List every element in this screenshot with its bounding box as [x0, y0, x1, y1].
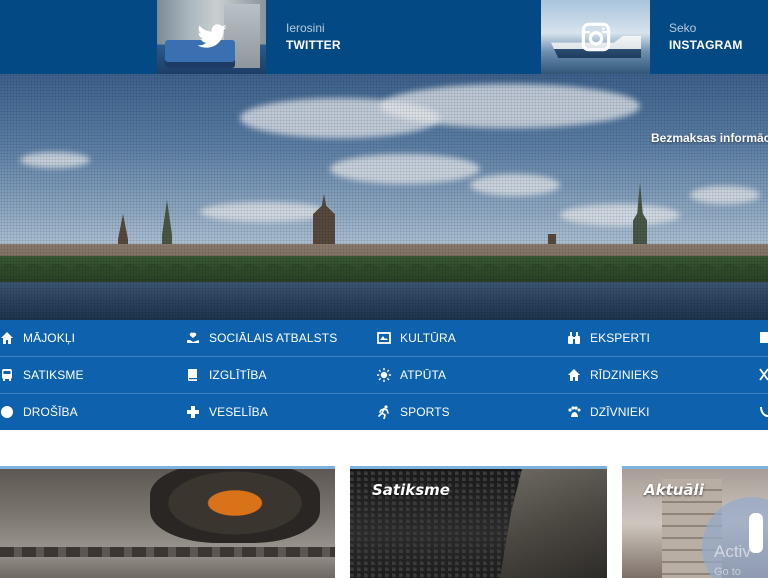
house-icon — [567, 368, 581, 382]
card-image-machine — [500, 469, 607, 578]
book-icon — [186, 368, 200, 382]
theater-icon — [377, 331, 391, 345]
category-atpūta[interactable]: ATPŪTA — [377, 357, 446, 393]
category-label: IZGLĪTĪBA — [209, 368, 267, 382]
hero-panorama: Bezmaksas informāci — [0, 74, 768, 320]
activation-watermark: Activ — [714, 542, 751, 561]
instagram-camera-icon — [581, 22, 610, 52]
category-veselība[interactable]: VESELĪBA — [186, 394, 268, 430]
category-mājokļi[interactable]: MĀJOKĻI — [0, 320, 75, 356]
category-label: DZĪVNIEKI — [590, 405, 650, 419]
card-image-tire — [150, 469, 320, 543]
category-label: EKSPERTI — [590, 331, 650, 345]
category-label: RĪDZINIEKS — [590, 368, 659, 382]
hero-dot-overlay — [0, 74, 768, 320]
category-eksperti[interactable]: EKSPERTI — [567, 320, 650, 356]
paw-icon — [567, 405, 581, 419]
instagram-link[interactable]: Seko INSTAGRAM — [669, 20, 743, 54]
cross-icon — [186, 405, 200, 419]
instagram-small-label: Seko — [669, 21, 697, 35]
twitter-thumbnail[interactable] — [157, 0, 266, 74]
category-nav: MĀJOKĻI SOCIĀLAIS ATBALSTS KULTŪRA EKSPERTI… — [0, 320, 768, 430]
twitter-small-label: Ierosini — [286, 21, 325, 35]
social-bar: Ierosini TWITTER Seko INSTAGRAM — [0, 0, 768, 74]
exclamation-icon — [749, 513, 763, 553]
activation-watermark-sub: Go to — [714, 566, 741, 578]
card-image-tracks — [0, 547, 335, 557]
category-izglītība[interactable]: IZGLĪTĪBA — [186, 357, 267, 393]
category-kultūra[interactable]: KULTŪRA — [377, 320, 456, 356]
category-label: SATIKSME — [23, 368, 84, 382]
nav-more-icon — [760, 406, 768, 417]
twitter-link[interactable]: Ierosini TWITTER — [286, 20, 341, 54]
card-title: Satiksme — [372, 481, 450, 499]
nav-more-icon — [760, 332, 768, 343]
runner-icon — [377, 405, 391, 419]
category-sociālais atbalsts[interactable]: SOCIĀLAIS ATBALSTS — [186, 320, 337, 356]
card-title: Aktuāli — [644, 481, 704, 499]
nav-more-icon — [759, 368, 768, 381]
news-card-satiksme[interactable]: Satiksme — [350, 466, 607, 578]
instagram-thumbnail[interactable] — [541, 0, 650, 74]
category-label: MĀJOKĻI — [23, 331, 76, 345]
category-label: SOCIĀLAIS ATBALSTS — [209, 331, 338, 345]
category-rīdzinieks[interactable]: RĪDZINIEKS — [567, 357, 658, 393]
category-dzīvnieki[interactable]: DZĪVNIEKI — [567, 394, 650, 430]
category-label: KULTŪRA — [400, 331, 456, 345]
sun-icon — [377, 368, 391, 382]
category-label: SPORTS — [400, 405, 450, 419]
home-icon — [0, 331, 14, 345]
shield-icon — [0, 405, 14, 419]
twitter-label: TWITTER — [286, 38, 341, 52]
twitter-bird-icon — [196, 24, 227, 48]
category-label: ATPŪTA — [400, 368, 447, 382]
category-sports[interactable]: SPORTS — [377, 394, 450, 430]
hand-heart-icon — [186, 331, 200, 345]
binoculars-icon — [567, 331, 581, 345]
instagram-label: INSTAGRAM — [669, 38, 743, 52]
category-label: DROŠĪBA — [23, 405, 78, 419]
news-card[interactable] — [0, 466, 335, 578]
category-satiksme[interactable]: SATIKSME — [0, 357, 84, 393]
category-label: VESELĪBA — [209, 405, 268, 419]
hero-tagline: Bezmaksas informāci — [651, 131, 768, 145]
category-drošība[interactable]: DROŠĪBA — [0, 394, 78, 430]
bus-icon — [0, 368, 14, 382]
